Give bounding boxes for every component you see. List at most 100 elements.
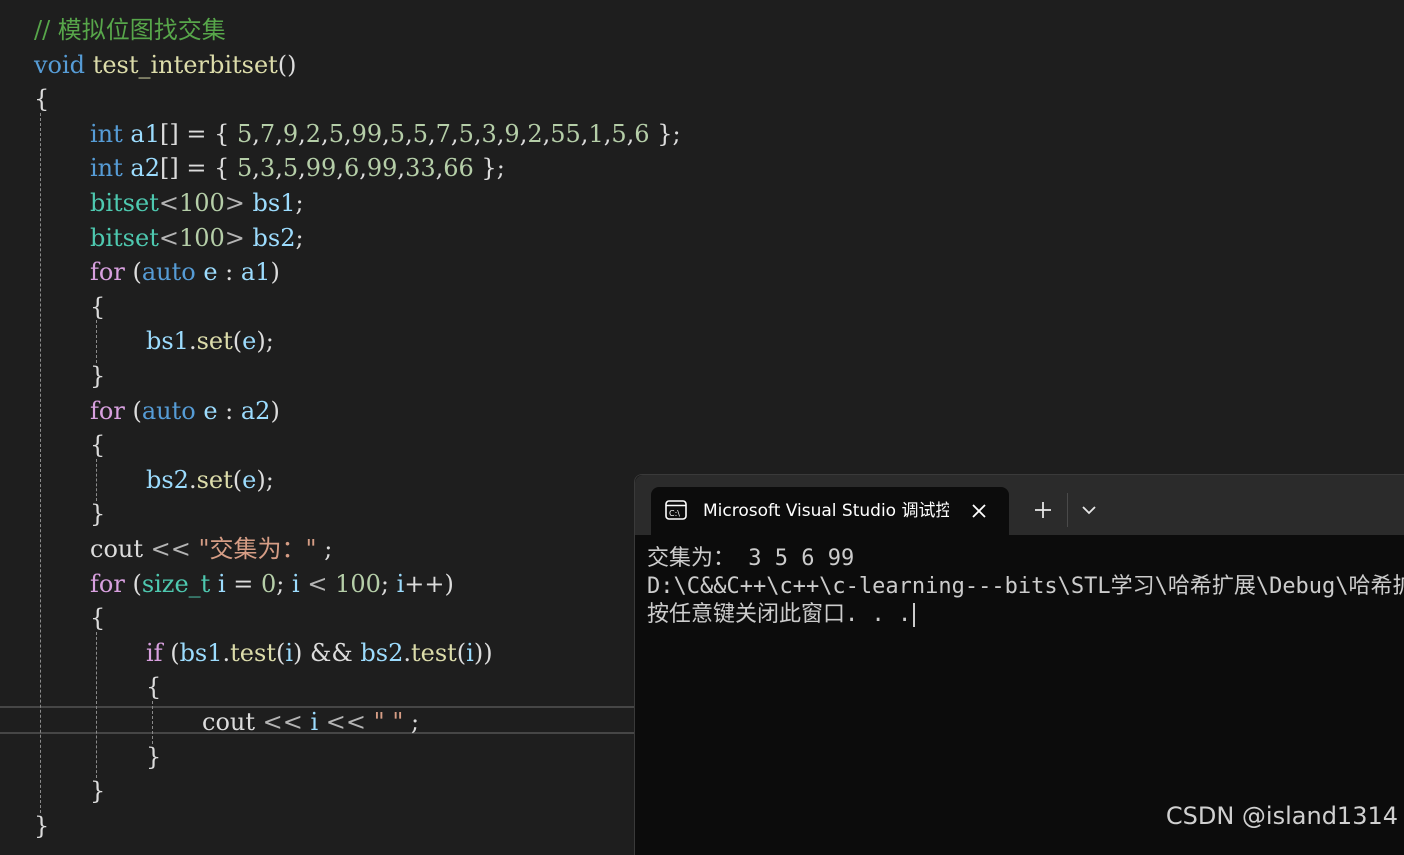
code-token: {: [90, 292, 106, 321]
code-token: >: [224, 189, 245, 217]
code-token: 1: [588, 119, 604, 148]
code-token: 5: [328, 119, 344, 148]
code-token: bitset: [90, 189, 159, 217]
code-token: 55: [550, 119, 581, 148]
code-line[interactable]: int a2[] = { 5,3,5,99,6,99,33,66 };: [90, 151, 505, 185]
debug-console-window[interactable]: C:\ Microsoft Visual Studio 调试控制台 交集为： 3…: [634, 474, 1404, 855]
code-token: e: [242, 465, 257, 494]
code-line[interactable]: for (auto e : a2): [90, 394, 280, 428]
code-line[interactable]: {: [90, 290, 105, 324]
code-token: bs2: [146, 465, 189, 494]
code-token: 5: [282, 154, 299, 183]
code-token: 3: [481, 119, 497, 148]
code-token: i: [292, 569, 300, 598]
code-token: >: [224, 223, 245, 252]
code-line[interactable]: }: [90, 359, 105, 393]
code-token: 7: [259, 119, 276, 148]
code-token: (: [124, 258, 142, 287]
code-token: 6: [634, 119, 650, 148]
code-token: (: [456, 638, 467, 667]
code-token: .: [403, 638, 411, 667]
code-line[interactable]: {: [90, 428, 105, 462]
code-token: bs1: [179, 638, 223, 667]
code-token: bitset: [90, 223, 159, 252]
code-line[interactable]: bs1.set(e);: [146, 324, 274, 358]
code-token: 5: [237, 119, 253, 148]
code-token: 5: [237, 154, 253, 183]
code-line[interactable]: }: [146, 740, 161, 774]
code-token: bs1: [146, 327, 189, 356]
code-token: ;: [295, 189, 304, 217]
code-line[interactable]: void test_interbitset(): [34, 48, 297, 82]
code-line[interactable]: {: [90, 601, 105, 635]
code-line[interactable]: }: [90, 497, 105, 531]
code-token: {: [146, 673, 162, 702]
code-token: ,: [298, 154, 306, 183]
code-token: ;: [380, 569, 397, 598]
code-token: void: [34, 50, 86, 79]
code-token: cout: [90, 535, 143, 563]
code-line[interactable]: {: [146, 670, 161, 704]
code-token: ;: [295, 223, 304, 252]
code-token: e: [203, 258, 218, 287]
code-token: <<: [255, 708, 311, 736]
code-line[interactable]: int a1[] = { 5,7,9,2,5,99,5,5,7,5,3,9,2,…: [90, 117, 681, 151]
code-token: set: [196, 465, 233, 494]
close-icon[interactable]: [969, 501, 989, 521]
indent-guide: [96, 631, 97, 779]
code-token: for: [90, 396, 125, 425]
code-token: 2: [527, 119, 543, 148]
code-token: 0: [261, 569, 277, 598]
code-token: }: [90, 777, 106, 806]
console-output: 交集为： 3 5 6 99 D:\C&&C++\c++\c-learning--…: [647, 545, 1404, 629]
code-token: {: [90, 604, 106, 633]
code-line[interactable]: for (size_t i = 0; i < 100; i++): [90, 567, 454, 601]
code-token: }: [34, 811, 50, 840]
code-token: // 模拟位图找交集: [34, 16, 226, 44]
code-line[interactable]: cout << i << " " ;: [202, 705, 419, 739]
code-token: i: [285, 638, 294, 667]
code-token: <<: [318, 708, 374, 736]
code-token: 99: [351, 119, 383, 148]
code-token: ,: [298, 119, 306, 148]
code-line[interactable]: // 模拟位图找交集: [34, 13, 226, 47]
code-token: auto: [141, 396, 196, 425]
code-token: int: [90, 154, 123, 183]
code-token: 99: [305, 154, 337, 183]
code-token: ++): [404, 569, 454, 598]
code-token: 66: [443, 154, 474, 183]
code-token: (: [232, 465, 243, 494]
code-line[interactable]: bitset<100> bs2;: [90, 221, 304, 255]
code-token: 7: [435, 119, 451, 148]
code-line[interactable]: bitset<100> bs1;: [90, 186, 304, 220]
chevron-down-icon[interactable]: [1069, 493, 1109, 529]
code-token: 99: [366, 154, 398, 183]
code-line[interactable]: {: [34, 82, 49, 116]
code-line[interactable]: bs2.set(e);: [146, 463, 274, 497]
text-cursor: [913, 603, 916, 627]
code-token: ,: [336, 154, 344, 183]
code-line[interactable]: for (auto e : a1): [90, 255, 280, 289]
code-token: for: [90, 258, 125, 287]
plus-icon[interactable]: [1023, 493, 1063, 529]
code-token: ,: [343, 119, 352, 148]
code-token: ,: [275, 119, 283, 148]
code-token: bs2: [252, 223, 296, 252]
code-line[interactable]: }: [90, 774, 105, 808]
code-token: 9: [282, 119, 299, 148]
code-token: auto: [141, 258, 196, 287]
code-line[interactable]: cout << "交集为：" ;: [90, 532, 332, 566]
code-line[interactable]: }: [34, 809, 49, 843]
code-line[interactable]: if (bs1.test(i) && bs2.test(i)): [146, 636, 493, 670]
code-token: (: [275, 638, 286, 667]
code-token: 5: [412, 119, 428, 148]
code-token: a1: [240, 258, 271, 287]
indent-guide: [96, 320, 97, 363]
code-token: {: [90, 431, 106, 460]
console-tab[interactable]: C:\ Microsoft Visual Studio 调试控制台: [651, 487, 1009, 535]
code-token: ,: [382, 119, 390, 148]
code-token: ) &&: [293, 638, 361, 667]
code-token: <: [158, 189, 179, 217]
